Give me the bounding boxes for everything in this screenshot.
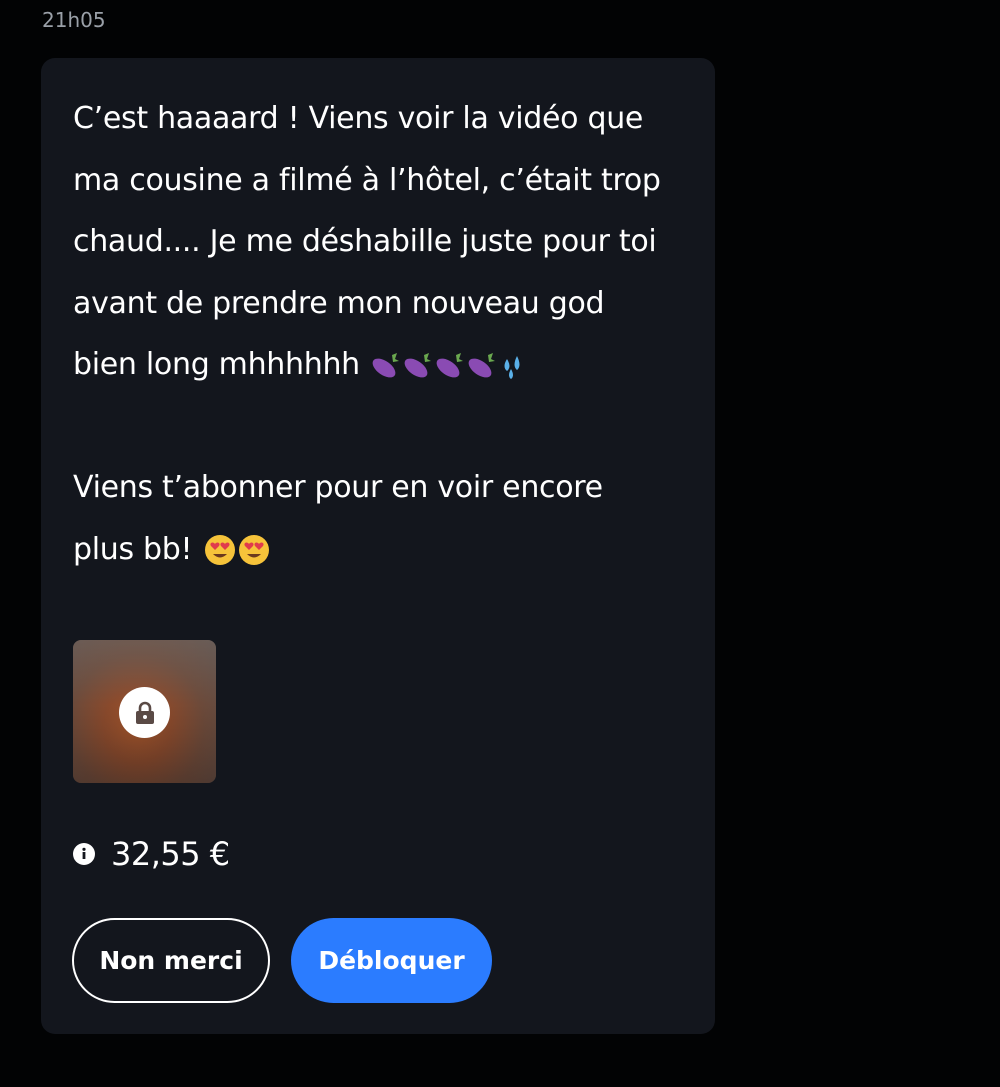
message-bubble: C’est haaaard ! Viens voir la vidéo que … bbox=[41, 58, 715, 1034]
message-line: ma cousine a filmé à l’hôtel, c’était tr… bbox=[73, 162, 661, 198]
message-timestamp: 21h05 bbox=[42, 8, 106, 32]
message-line: plus bb! bbox=[73, 531, 193, 567]
heart-eyes-emoji-icon bbox=[238, 535, 269, 565]
message-line: C’est haaaard ! Viens voir la vidéo que bbox=[73, 101, 644, 136]
lock-icon bbox=[135, 701, 154, 724]
heart-eyes-emoji-icon bbox=[204, 535, 235, 565]
lock-badge bbox=[119, 687, 170, 738]
unlock-button[interactable]: Débloquer bbox=[291, 918, 492, 1003]
eggplant-emoji-icon bbox=[372, 352, 400, 377]
price-row: 32,55 € bbox=[73, 834, 230, 874]
price-value: 32,55 € bbox=[111, 835, 230, 873]
message-text: C’est haaaard ! Viens voir la vidéo que … bbox=[73, 88, 693, 580]
sweat-droplets-emoji-icon bbox=[504, 355, 520, 379]
emoji-group bbox=[202, 519, 270, 581]
message-line: avant de prendre mon nouveau god bbox=[73, 285, 605, 321]
info-icon bbox=[73, 843, 95, 865]
eggplant-emoji-icon bbox=[404, 352, 432, 377]
emoji-group bbox=[369, 334, 529, 396]
message-line: chaud.... Je me déshabille juste pour to… bbox=[73, 224, 657, 259]
eggplant-emoji-icon bbox=[468, 352, 496, 377]
locked-media-thumbnail[interactable] bbox=[73, 640, 216, 783]
message-line: Viens t’abonner pour en voir encore bbox=[73, 470, 603, 505]
message-line: bien long mhhhhhh bbox=[73, 347, 360, 382]
eggplant-emoji-icon bbox=[436, 352, 464, 377]
decline-button[interactable]: Non merci bbox=[72, 918, 270, 1003]
